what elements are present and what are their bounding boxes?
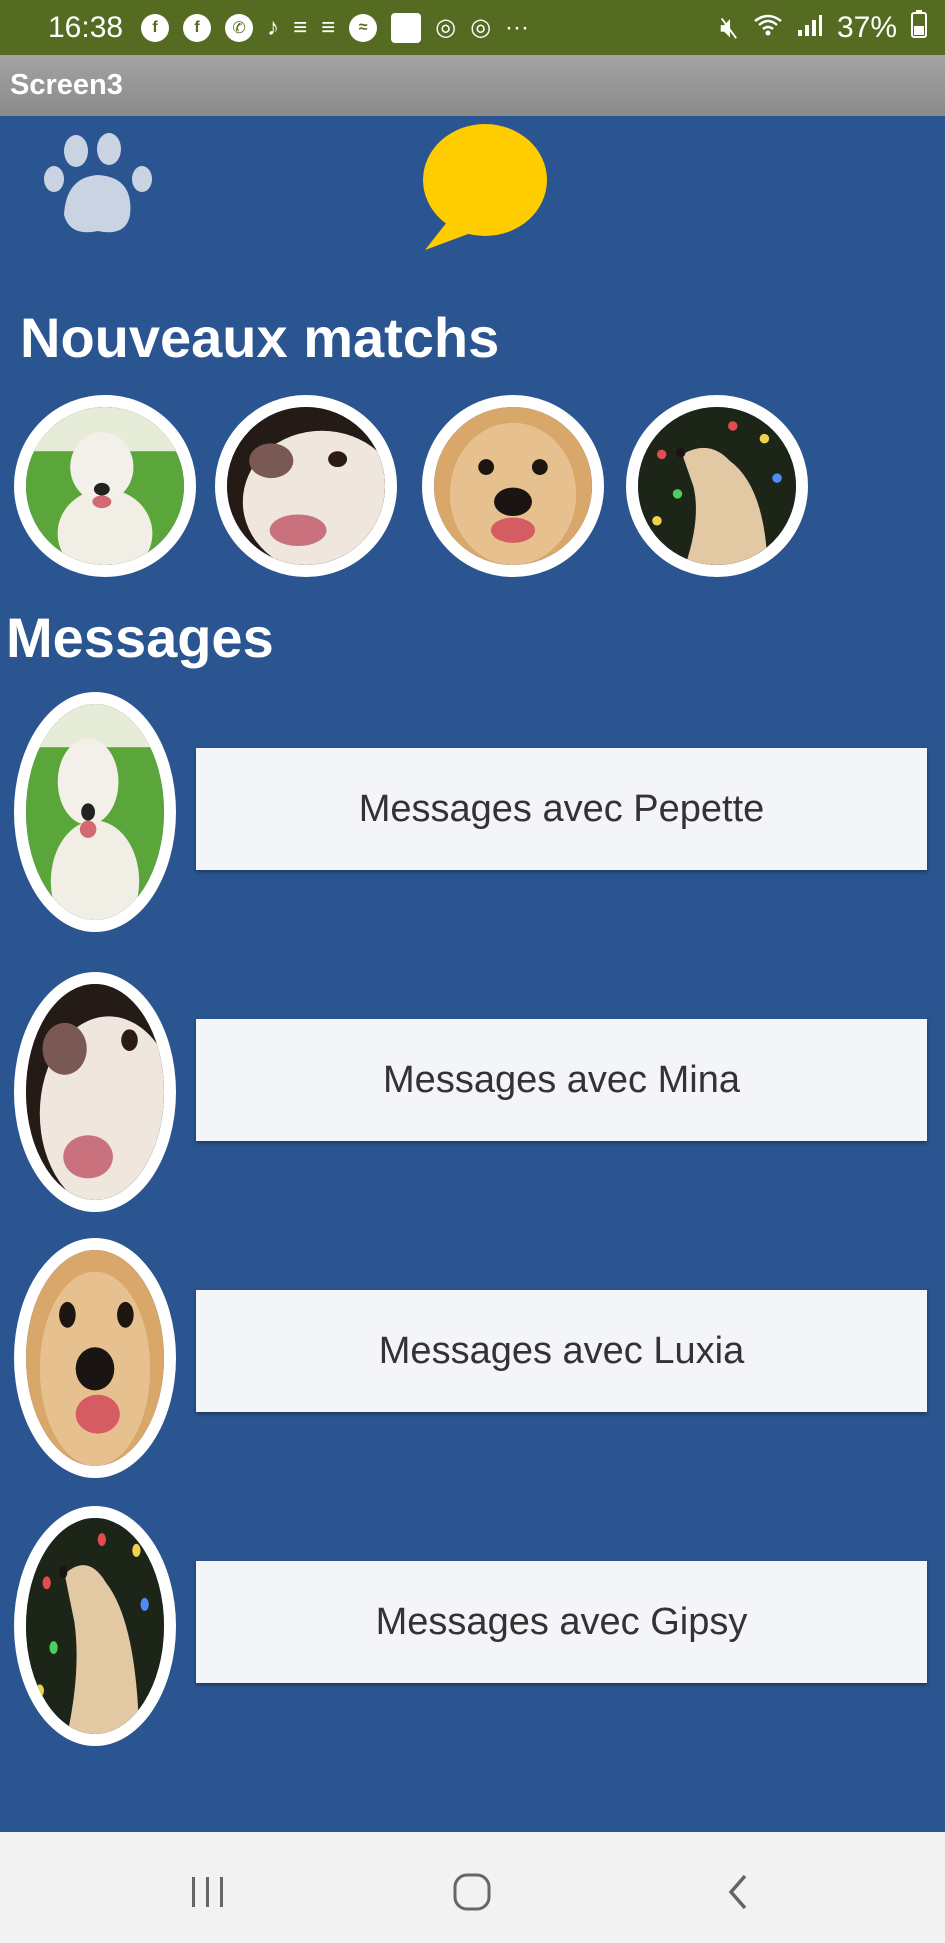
- more-notifications: ···: [505, 13, 529, 41]
- app-icon: [391, 12, 422, 43]
- system-status: 🔇︎ 37%: [720, 9, 927, 46]
- speech-bubble-icon[interactable]: [421, 122, 549, 252]
- facebook-icon: f: [183, 13, 212, 42]
- match-avatar-luxia[interactable]: [422, 395, 604, 577]
- match-avatar-mina[interactable]: [215, 395, 397, 577]
- notification-icon: ≡: [293, 13, 308, 41]
- spotify-icon: ≈: [349, 13, 378, 42]
- battery-icon: [911, 9, 927, 46]
- paw-icon[interactable]: [42, 133, 164, 238]
- message-avatar-gipsy[interactable]: [14, 1506, 176, 1746]
- wifi-icon: [753, 11, 783, 45]
- signal-icon: [797, 11, 823, 45]
- window-title: Screen3: [10, 69, 123, 101]
- recents-icon[interactable]: [178, 1862, 238, 1922]
- whatsapp-icon: ✆: [225, 13, 254, 42]
- new-matches-heading: Nouveaux matchs: [20, 306, 500, 369]
- messages-button-pepette[interactable]: Messages avec Pepette: [196, 748, 927, 870]
- message-avatar-luxia[interactable]: [14, 1238, 176, 1478]
- messages-heading: Messages: [6, 606, 274, 669]
- tiktok-icon: ♪: [267, 13, 280, 41]
- instagram-icon: ◎: [470, 14, 492, 41]
- message-avatar-pepette[interactable]: [14, 692, 176, 932]
- window-title-bar: Screen3: [0, 55, 945, 116]
- back-icon[interactable]: [708, 1862, 768, 1922]
- status-bar: 16:38 f f ✆ ♪ ≡ ≡ ≈ ◎ ◎ ··· 🔇︎ 37%: [0, 0, 945, 55]
- mute-icon: 🔇︎: [720, 10, 739, 44]
- match-avatar-gipsy[interactable]: [626, 395, 808, 577]
- battery-level: 37%: [836, 10, 897, 44]
- navigation-bar: [0, 1832, 945, 1943]
- match-avatar-pepette[interactable]: [14, 395, 196, 577]
- messages-button-gipsy[interactable]: Messages avec Gipsy: [196, 1561, 927, 1683]
- home-icon[interactable]: [442, 1862, 502, 1922]
- status-time: 16:38: [48, 10, 124, 44]
- notification-icons: f f ✆ ♪ ≡ ≡ ≈ ◎ ◎ ···: [141, 12, 529, 43]
- message-avatar-mina[interactable]: [14, 972, 176, 1212]
- messages-button-mina[interactable]: Messages avec Mina: [196, 1019, 927, 1141]
- facebook-icon: f: [141, 13, 170, 42]
- notification-icon: ≡: [321, 13, 336, 41]
- messages-button-luxia[interactable]: Messages avec Luxia: [196, 1290, 927, 1412]
- instagram-icon: ◎: [435, 14, 457, 41]
